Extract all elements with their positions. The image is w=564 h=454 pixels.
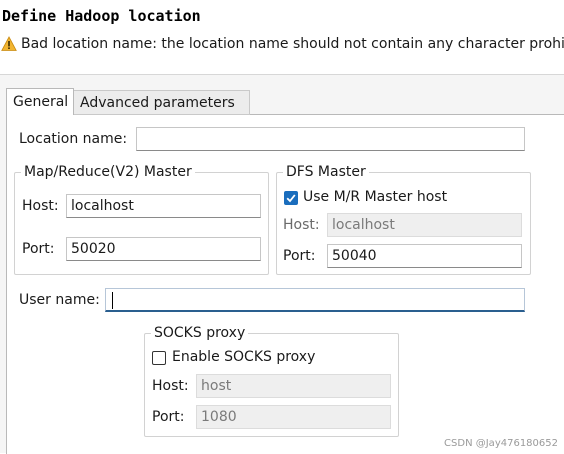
mapreduce-host-field[interactable]: localhost <box>66 194 261 218</box>
user-name-field[interactable] <box>105 288 525 312</box>
socks-host-label: Host: <box>152 378 189 394</box>
dfs-port-label: Port: <box>283 248 316 264</box>
dfs-port-field[interactable]: 50040 <box>327 244 522 268</box>
socks-host-field: host <box>196 374 391 398</box>
tab-advanced-parameters[interactable]: Advanced parameters <box>74 90 250 115</box>
use-mr-master-host-label: Use M/R Master host <box>303 189 448 205</box>
enable-socks-proxy-checkbox[interactable] <box>152 351 166 365</box>
dialog-header: Define Hadoop location Bad location name… <box>0 0 564 75</box>
mapreduce-master-title: Map/Reduce(V2) Master <box>21 163 195 181</box>
enable-socks-proxy-label: Enable SOCKS proxy <box>172 349 316 365</box>
location-name-field[interactable] <box>136 127 525 151</box>
error-message: Bad location name: the location name sho… <box>0 35 564 55</box>
dfs-host-field: localhost <box>327 213 522 237</box>
text-caret <box>112 292 113 309</box>
location-name-label: Location name: <box>19 131 128 147</box>
mapreduce-port-label: Port: <box>22 241 55 257</box>
dfs-host-label: Host: <box>283 217 320 233</box>
watermark: CSDN @Jay476180652 <box>444 438 558 449</box>
error-message-text: Bad location name: the location name sho… <box>21 36 564 52</box>
dfs-master-title: DFS Master <box>283 163 369 181</box>
mapreduce-host-label: Host: <box>22 198 59 214</box>
dialog-title: Define Hadoop location <box>2 7 201 25</box>
socks-port-field: 1080 <box>196 405 391 429</box>
socks-proxy-title: SOCKS proxy <box>151 324 249 342</box>
socks-port-label: Port: <box>152 409 185 425</box>
mapreduce-port-field[interactable]: 50020 <box>66 237 261 261</box>
tab-general[interactable]: General <box>6 88 74 115</box>
user-name-label: User name: <box>19 292 100 308</box>
warning-icon <box>1 36 17 52</box>
use-mr-master-host-checkbox[interactable] <box>284 191 298 205</box>
